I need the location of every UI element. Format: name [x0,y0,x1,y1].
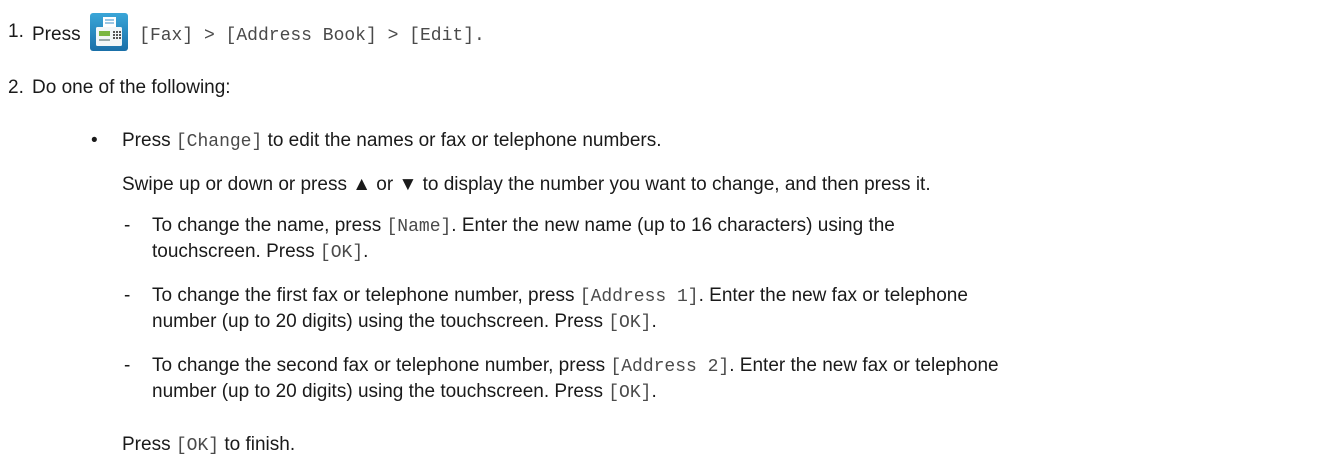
finish-instruction: Press [OK] to finish. [122,432,295,459]
option-text: . [651,381,657,402]
swipe-text: Swipe up or down or press ▲ or ▼ to disp… [122,174,931,195]
option-text: To change the second fax or telephone nu… [152,355,606,376]
step-number: 1. [8,21,24,42]
option-text: . [651,311,657,332]
option-name: - To change the name, press [Name]. Ente… [0,213,1339,265]
step-2: 2. Do one of the following: [0,75,1339,101]
bullet-item: • Press [Change] to edit the names or fa… [0,128,1339,154]
option-text: . [363,241,369,262]
bullet-rest: to edit the names or fax or telephone nu… [267,130,662,151]
option-address-1: - To change the first fax or telephone n… [0,283,1339,335]
dash: - [124,215,131,236]
swipe-instruction: Swipe up or down or press ▲ or ▼ to disp… [122,172,931,198]
bullet-symbol: • [91,130,98,151]
option-text: number (up to 20 digits) using the touch… [152,311,603,332]
address-2-code: [Address 2] [610,357,730,377]
ok-code: [OK] [319,243,364,263]
dash: - [124,285,131,306]
step-2-text: Do one of the following: [32,77,231,98]
finish-press: Press [122,434,171,455]
ok-code: [OK] [608,383,652,403]
option-address-2: - To change the second fax or telephone … [0,353,1339,405]
option-text: touchscreen. Press [152,241,315,262]
ok-code: [OK] [175,436,220,456]
finish-rest: to finish. [224,434,296,455]
dash: - [124,355,131,376]
fax-icon [89,13,128,51]
option-text: . Enter the new fax or telephone [698,285,968,306]
ok-code: [OK] [608,313,652,333]
option-text: To change the first fax or telephone num… [152,285,575,306]
name-code: [Name] [386,217,452,237]
step-number: 2. [8,77,24,98]
option-text: number (up to 20 digits) using the touch… [152,381,603,402]
bullet-press: Press [122,130,171,151]
option-text: . Enter the new fax or telephone [729,355,999,376]
option-text: To change the name, press [152,215,382,236]
step-1-press: Press [32,24,81,46]
fax-menu-path: [Fax] > [Address Book] > [Edit]. [139,26,485,47]
address-1-code: [Address 1] [579,287,699,307]
option-text: . Enter the new name (up to 16 character… [451,215,895,236]
change-code: [Change] [175,132,263,152]
